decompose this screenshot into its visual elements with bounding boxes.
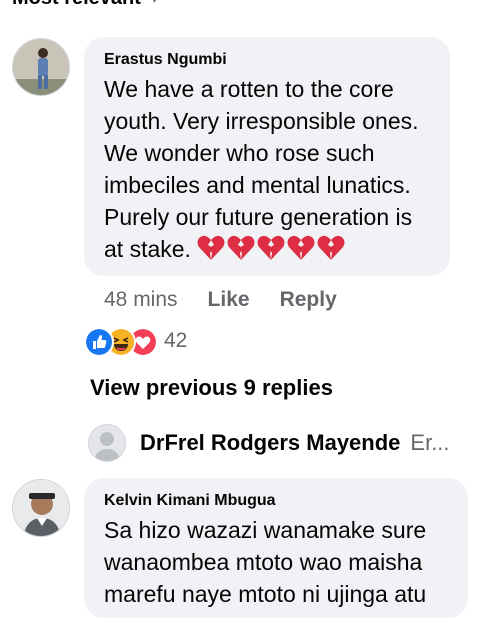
chevron-down-icon: ▾ xyxy=(151,0,158,7)
comment-author[interactable]: Erastus Ngumbi xyxy=(104,51,430,69)
reaction-icons xyxy=(84,327,158,357)
comment-actions: 48 mins Like Reply xyxy=(104,288,337,312)
broken-heart-emojis xyxy=(197,235,345,261)
reaction-count: 42 xyxy=(164,329,188,352)
like-icon xyxy=(84,327,114,357)
comment-line: wanaombea mtoto wao maisha xyxy=(104,549,423,575)
avatar[interactable] xyxy=(12,38,70,96)
broken-heart-icon xyxy=(287,235,315,260)
comment-line: Purely our future generation is xyxy=(104,204,413,230)
comment-line: youth. Very irresponsible ones. xyxy=(104,108,419,134)
comment-line: imbeciles and mental lunatics. xyxy=(104,172,411,198)
comment-bubble: Kelvin Kimani Mbugua Sa hizo wazazi wana… xyxy=(84,478,468,618)
comment-line: at stake. xyxy=(104,236,191,262)
reply-preview[interactable]: DrFrel Rodgers Mayende Er... xyxy=(88,424,468,462)
avatar[interactable] xyxy=(88,424,126,462)
avatar-image xyxy=(13,39,69,95)
comment-line-last: at stake. xyxy=(104,233,430,265)
avatar-image xyxy=(13,480,69,536)
comment-author[interactable]: Kelvin Kimani Mbugua xyxy=(104,492,448,510)
reply-button[interactable]: Reply xyxy=(280,288,337,312)
comment-line: Sa hizo wazazi wanamake sure xyxy=(104,517,427,543)
reply-author[interactable]: DrFrel Rodgers Mayende xyxy=(140,430,400,456)
sort-selector[interactable]: Most relevant ▾ xyxy=(12,0,158,10)
broken-heart-icon xyxy=(257,235,285,260)
comment-timestamp[interactable]: 48 mins xyxy=(104,288,178,312)
avatar[interactable] xyxy=(12,479,70,537)
comment-text: We have a rotten to the core youth. Very… xyxy=(104,73,430,265)
comment-text: Sa hizo wazazi wanamake sure wanaombea m… xyxy=(104,514,448,610)
default-avatar-icon xyxy=(89,425,125,461)
comment-line: We wonder who rose such xyxy=(104,140,375,166)
broken-heart-icon xyxy=(197,235,225,260)
reply-snippet: Er... xyxy=(410,430,450,455)
broken-heart-icon xyxy=(317,235,345,260)
view-previous-replies-link[interactable]: View previous 9 replies xyxy=(90,375,333,401)
like-button[interactable]: Like xyxy=(208,288,250,312)
sort-label: Most relevant xyxy=(12,0,141,10)
broken-heart-icon xyxy=(227,235,255,260)
comment-line: marefu naye mtoto ni ujinga atu xyxy=(104,581,427,607)
comment-line: We have a rotten to the core xyxy=(104,76,394,102)
reaction-summary[interactable]: 42 xyxy=(84,327,188,357)
comment-bubble: Erastus Ngumbi We have a rotten to the c… xyxy=(84,37,450,276)
